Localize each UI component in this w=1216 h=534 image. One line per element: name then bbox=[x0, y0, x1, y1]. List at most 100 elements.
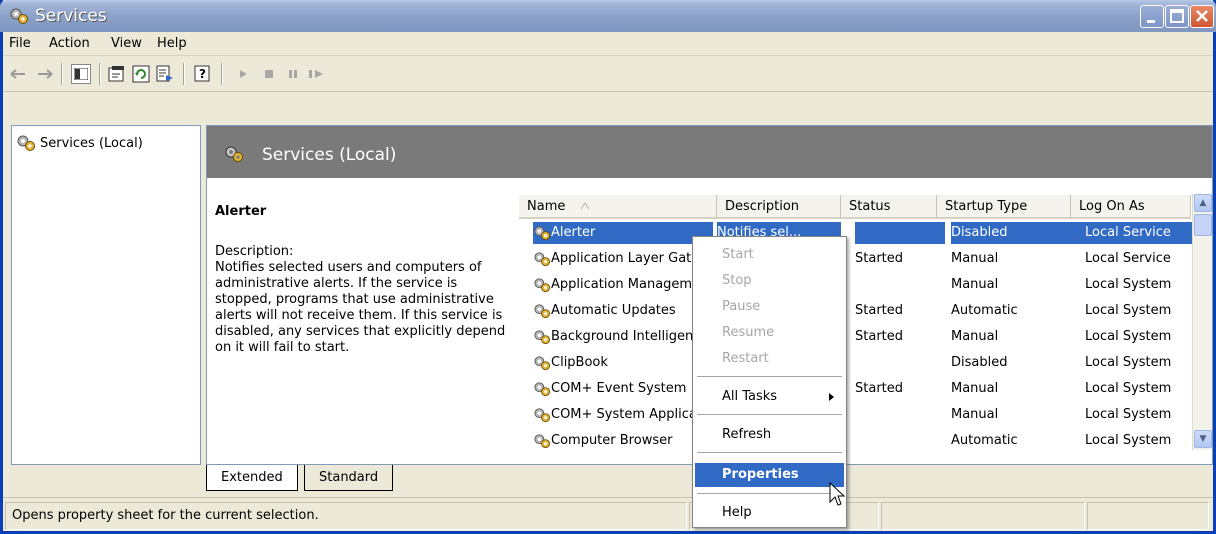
tab-standard[interactable]: Standard bbox=[304, 465, 394, 491]
service-row[interactable]: Alerter Notifies sel... Disabled Local Serv… bbox=[533, 222, 1195, 248]
toolbar-separator bbox=[183, 63, 185, 85]
ctx-start[interactable]: Start bbox=[695, 243, 844, 267]
service-row[interactable]: Application Management Manual Local System bbox=[533, 274, 1193, 300]
toolbar-separator bbox=[99, 63, 101, 85]
menu-view[interactable]: View bbox=[111, 36, 142, 51]
ctx-restart[interactable]: Restart bbox=[695, 347, 844, 371]
vertical-scrollbar[interactable]: ▲ ▼ bbox=[1192, 194, 1212, 450]
maximize-button[interactable] bbox=[1165, 5, 1189, 28]
service-gear-icon bbox=[534, 330, 550, 345]
column-header-label: Name bbox=[527, 199, 566, 214]
export-list-icon bbox=[156, 65, 173, 82]
service-logon-cell: Local Service bbox=[1085, 222, 1195, 244]
pause-icon bbox=[289, 70, 297, 78]
scroll-down-button[interactable]: ▼ bbox=[1194, 430, 1212, 448]
description-text: Notifies selected users and computers of… bbox=[215, 260, 506, 355]
back-button[interactable] bbox=[8, 64, 28, 84]
close-icon bbox=[1196, 10, 1208, 22]
submenu-arrow-icon bbox=[829, 393, 834, 401]
column-header-log-on-as[interactable]: Log On As bbox=[1071, 195, 1191, 219]
service-name: Application Management bbox=[551, 277, 693, 292]
service-gear-icon bbox=[534, 434, 550, 449]
toolbar-separator bbox=[61, 63, 63, 85]
refresh-icon bbox=[132, 65, 150, 83]
back-arrow-icon bbox=[10, 69, 25, 79]
service-status-cell: Started bbox=[855, 381, 904, 396]
export-list-button[interactable] bbox=[155, 64, 175, 84]
console-tree-icon bbox=[74, 68, 88, 80]
ctx-properties[interactable]: Properties bbox=[695, 463, 844, 487]
ctx-help[interactable]: Help bbox=[695, 501, 844, 525]
details-header: Services (Local) bbox=[207, 126, 1212, 178]
service-row[interactable]: Computer Browser Automatic Local System bbox=[533, 430, 1193, 450]
service-startup-cell: Automatic bbox=[951, 303, 1018, 318]
forward-button[interactable] bbox=[35, 64, 55, 84]
service-name: ClipBook bbox=[551, 355, 608, 370]
services-window: Services File Action View Help ? Service… bbox=[0, 0, 1216, 534]
ctx-refresh[interactable]: Refresh bbox=[695, 423, 844, 447]
restart-service-button[interactable] bbox=[307, 64, 327, 84]
ctx-all-tasks-label: All Tasks bbox=[722, 389, 778, 404]
refresh-toolbar-button[interactable] bbox=[131, 64, 151, 84]
description-panel: Alerter Description: Notifies selected u… bbox=[207, 178, 517, 448]
service-name: Alerter bbox=[551, 225, 596, 240]
menu-file[interactable]: File bbox=[9, 36, 31, 51]
service-status-cell: Started bbox=[855, 303, 904, 318]
service-row[interactable]: Background Intelligent Transfer Service S… bbox=[533, 326, 1193, 352]
service-status-cell bbox=[855, 352, 945, 374]
services-gear-icon bbox=[10, 8, 28, 24]
sort-ascending-icon bbox=[580, 202, 589, 210]
close-button[interactable] bbox=[1190, 5, 1214, 28]
column-header-name[interactable]: Name bbox=[519, 195, 717, 219]
title-bar[interactable]: Services bbox=[0, 0, 1216, 32]
service-startup-cell: Manual bbox=[951, 381, 999, 396]
stop-icon bbox=[265, 70, 273, 78]
service-name: COM+ Event System bbox=[551, 381, 687, 396]
stop-service-button[interactable] bbox=[259, 64, 279, 84]
service-row[interactable]: COM+ Event System Started Manual Local Syst… bbox=[533, 378, 1193, 404]
minimize-button[interactable] bbox=[1140, 5, 1164, 28]
service-row[interactable]: Application Layer Gateway Service Started… bbox=[533, 248, 1193, 274]
column-header-startup-type[interactable]: Startup Type bbox=[937, 195, 1071, 219]
service-startup-cell: Manual bbox=[951, 251, 999, 266]
service-row[interactable]: COM+ System Application Manual Local Syste… bbox=[533, 404, 1193, 430]
ctx-pause[interactable]: Pause bbox=[695, 295, 844, 319]
service-startup-cell: Disabled bbox=[951, 222, 1085, 244]
service-name-cell: Alerter bbox=[533, 222, 713, 244]
service-name-cell: Computer Browser bbox=[533, 430, 693, 450]
svg-text:?: ? bbox=[199, 67, 206, 81]
service-logon-cell: Local System bbox=[1085, 355, 1172, 370]
column-header-status[interactable]: Status bbox=[841, 195, 937, 219]
tab-extended[interactable]: Extended bbox=[206, 465, 298, 491]
menu-help[interactable]: Help bbox=[157, 36, 187, 51]
tree-item-services-local[interactable]: Services (Local) bbox=[16, 134, 143, 152]
properties-toolbar-button[interactable] bbox=[107, 64, 127, 84]
tree-item-label: Services (Local) bbox=[40, 135, 143, 151]
scroll-up-button[interactable]: ▲ bbox=[1194, 194, 1212, 212]
toolbar: ? bbox=[3, 57, 1213, 125]
scroll-thumb[interactable] bbox=[1194, 214, 1212, 236]
properties-icon bbox=[108, 66, 124, 82]
service-status-cell: Started bbox=[855, 329, 904, 344]
ctx-stop[interactable]: Stop bbox=[695, 269, 844, 293]
start-service-button[interactable] bbox=[233, 64, 253, 84]
column-header-description[interactable]: Description bbox=[717, 195, 841, 219]
service-row[interactable]: ClipBook Disabled Local System bbox=[533, 352, 1193, 378]
service-name-cell: COM+ System Application bbox=[533, 404, 693, 426]
ctx-all-tasks[interactable]: All Tasks bbox=[695, 385, 844, 409]
context-menu: Start Stop Pause Resume Restart All Task… bbox=[692, 236, 847, 528]
show-hide-tree-button[interactable] bbox=[71, 64, 91, 84]
status-bar: Opens property sheet for the current sel… bbox=[3, 497, 1213, 531]
forward-arrow-icon bbox=[38, 69, 53, 79]
pause-service-button[interactable] bbox=[283, 64, 303, 84]
help-toolbar-button[interactable]: ? bbox=[193, 64, 213, 84]
ctx-separator bbox=[697, 452, 842, 453]
services-gear-icon bbox=[17, 135, 35, 151]
service-row[interactable]: Automatic Updates Started Automatic Local S… bbox=[533, 300, 1193, 326]
menu-bar: File Action View Help bbox=[3, 32, 1213, 56]
service-logon-cell: Local System bbox=[1085, 277, 1172, 292]
service-name: Automatic Updates bbox=[551, 303, 676, 318]
ctx-resume[interactable]: Resume bbox=[695, 321, 844, 345]
toolbar-row: ? bbox=[3, 57, 1213, 92]
menu-action[interactable]: Action bbox=[49, 36, 90, 51]
